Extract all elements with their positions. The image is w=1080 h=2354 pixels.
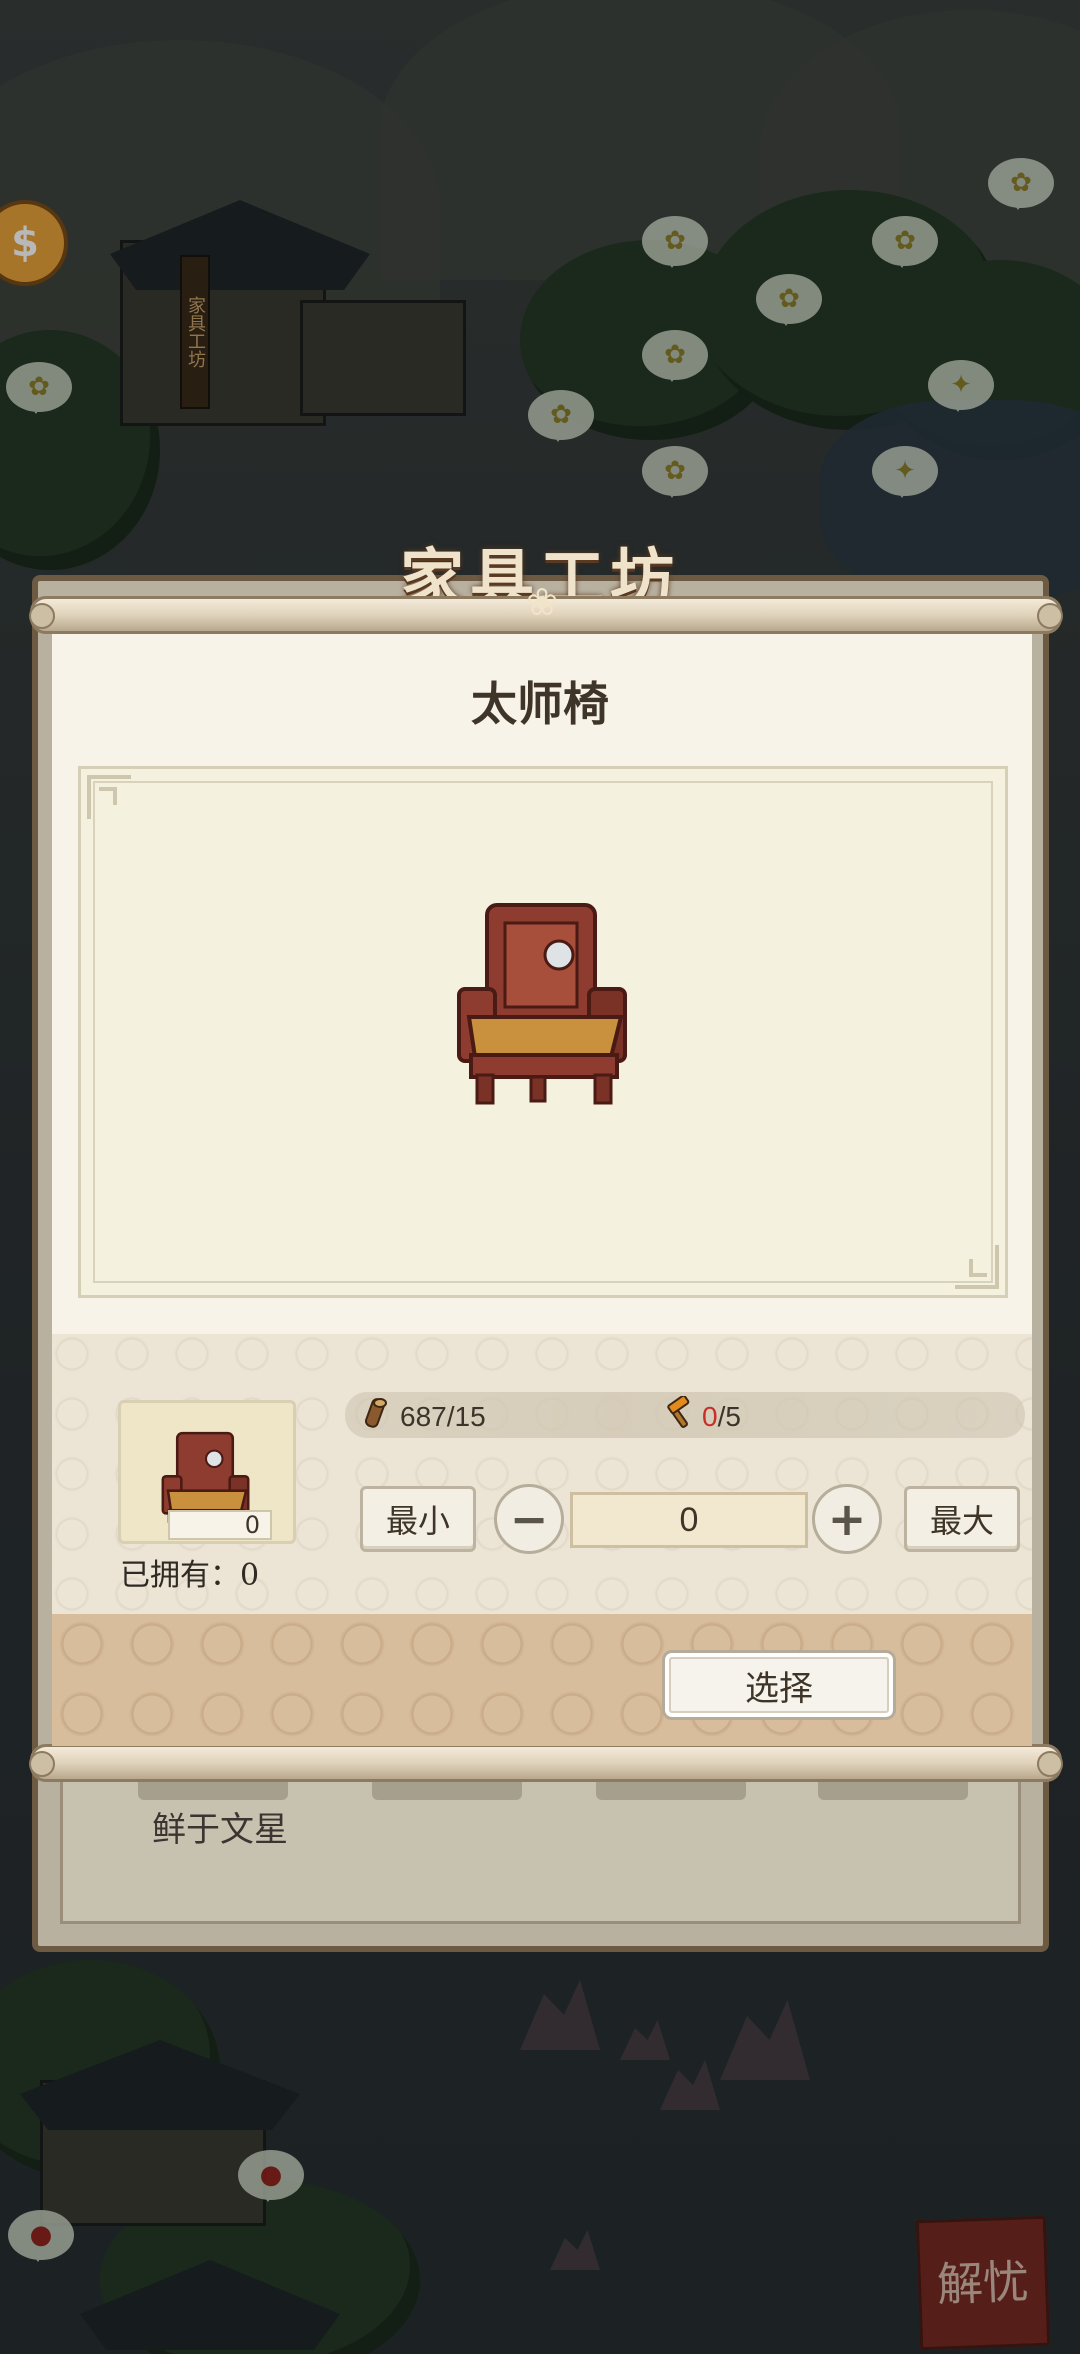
knot-icon: ❀	[526, 580, 558, 624]
wood-log-icon	[360, 1396, 394, 1438]
max-button[interactable]: 最大	[904, 1486, 1020, 1552]
owned-label: 已拥有：0	[120, 1558, 260, 1593]
master-chair-icon	[457, 903, 627, 1105]
item-count: 0	[168, 1510, 272, 1540]
scroll-rod-bottom	[29, 1744, 1063, 1782]
corner-ornament-icon	[955, 1245, 999, 1289]
hammer-icon	[662, 1394, 696, 1438]
wood-cost: 687/15	[360, 1396, 486, 1438]
select-button[interactable]: 选择	[662, 1650, 896, 1720]
minus-button[interactable]: −	[494, 1484, 564, 1554]
wood-value: 687/15	[400, 1401, 486, 1432]
worker-name: 鲜于文星	[152, 1811, 288, 1849]
min-button[interactable]: 最小	[360, 1486, 476, 1552]
dialog-title: 太师椅	[471, 677, 609, 731]
tool-cost: 0/5	[662, 1394, 741, 1438]
quantity-field[interactable]: 0	[570, 1492, 808, 1548]
plus-button[interactable]: +	[812, 1484, 882, 1554]
item-preview	[78, 766, 1008, 1298]
corner-ornament-icon	[87, 775, 131, 819]
tool-need: /5	[717, 1401, 741, 1432]
tool-have: 0	[702, 1401, 718, 1432]
